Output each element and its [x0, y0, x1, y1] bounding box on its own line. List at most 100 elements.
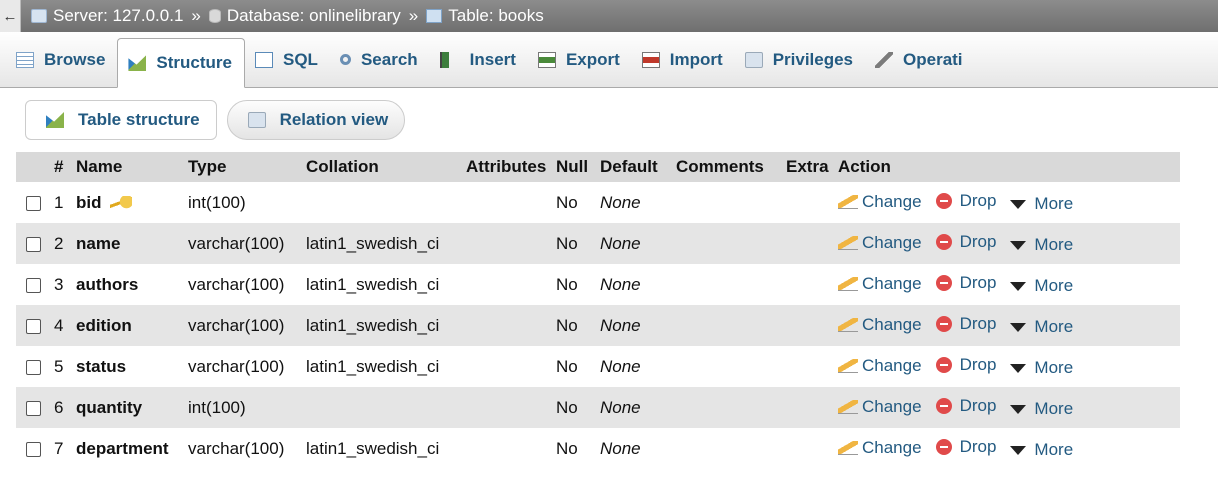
change-button[interactable]: Change [838, 274, 922, 294]
column-header[interactable]: Null [552, 152, 596, 182]
main-tabs: Browse Structure SQL Search Insert Expor… [0, 32, 1218, 88]
tab-import[interactable]: Import [632, 32, 735, 87]
field-collation: latin1_swedish_ci [302, 305, 462, 346]
field-default: None [596, 305, 672, 346]
drop-button[interactable]: Drop [935, 191, 996, 211]
field-name-cell: quantity [72, 387, 184, 428]
drop-button[interactable]: Drop [935, 273, 996, 293]
column-header[interactable]: Extra [782, 152, 834, 182]
drop-icon [935, 315, 952, 332]
column-header[interactable]: Attributes [462, 152, 552, 182]
more-button[interactable]: More [1010, 399, 1073, 419]
row-checkbox[interactable] [25, 318, 41, 334]
tab-label: Search [360, 49, 418, 69]
field-collation: latin1_swedish_ci [302, 223, 462, 264]
tab-structure[interactable]: Structure [117, 38, 245, 88]
table-row: 5 status varchar(100) latin1_swedish_ci No No… [16, 346, 1180, 387]
tab-privileges[interactable]: Privileges [735, 32, 865, 87]
breadcrumb: ← Server: 127.0.0.1 » Database: onlineli… [0, 0, 1218, 32]
more-button[interactable]: More [1010, 358, 1073, 378]
more-button[interactable]: More [1010, 276, 1073, 296]
tab-label: Privileges [772, 49, 854, 69]
field-default: None [596, 223, 672, 264]
breadcrumb-server-label: Server: 127.0.0.1 [53, 6, 184, 25]
more-label: More [1034, 358, 1074, 378]
tab-search[interactable]: Search [330, 32, 430, 87]
back-arrow-icon[interactable]: ← [0, 0, 21, 32]
field-actions: Change Drop More [834, 428, 1180, 469]
subtab-table-structure[interactable]: Table structure [25, 100, 217, 140]
drop-label: Drop [959, 313, 997, 333]
pencil-icon [838, 235, 858, 250]
column-header[interactable]: Collation [302, 152, 462, 182]
structure-icon [128, 55, 147, 71]
more-button[interactable]: More [1010, 235, 1073, 255]
subtab-relation-view[interactable]: Relation view [226, 100, 406, 140]
column-header[interactable]: # [50, 152, 72, 182]
drop-icon [935, 233, 952, 250]
change-button[interactable]: Change [838, 397, 922, 417]
column-header[interactable]: Default [596, 152, 672, 182]
field-attributes [462, 305, 552, 346]
more-button[interactable]: More [1010, 440, 1073, 460]
breadcrumb-database[interactable]: Database: onlinelibrary [208, 6, 401, 26]
breadcrumb-server[interactable]: Server: 127.0.0.1 [31, 6, 183, 26]
drop-button[interactable]: Drop [935, 232, 996, 252]
pencil-icon [838, 194, 858, 209]
more-label: More [1034, 317, 1074, 337]
triangle-down-icon [1010, 199, 1027, 209]
row-checkbox[interactable] [25, 195, 41, 211]
table-row: 1 bid int(100) No None Change Drop More [16, 182, 1180, 223]
drop-label: Drop [959, 354, 997, 374]
row-select-cell [16, 223, 50, 264]
field-name: bid [76, 192, 102, 212]
column-header[interactable]: Action [834, 152, 1180, 182]
tab-browse[interactable]: Browse [6, 32, 117, 87]
change-button[interactable]: Change [838, 315, 922, 335]
sql-icon [255, 51, 273, 68]
header-checkbox-col [16, 152, 50, 182]
tab-sql[interactable]: SQL [245, 32, 330, 87]
change-button[interactable]: Change [838, 233, 922, 253]
row-checkbox[interactable] [25, 236, 41, 252]
field-name: quantity [76, 397, 143, 417]
field-attributes [462, 182, 552, 223]
field-comments [672, 223, 782, 264]
triangle-down-icon [1010, 445, 1027, 455]
tab-export[interactable]: Export [528, 32, 632, 87]
drop-button[interactable]: Drop [935, 313, 997, 334]
field-null: No [552, 223, 596, 264]
drop-button[interactable]: Drop [935, 396, 996, 416]
field-null: No [552, 428, 596, 469]
field-name: authors [76, 274, 139, 294]
row-number: 6 [50, 387, 72, 428]
row-checkbox[interactable] [25, 277, 41, 293]
drop-label: Drop [959, 436, 997, 456]
drop-button[interactable]: Drop [935, 354, 997, 375]
field-actions: Change Drop More [834, 387, 1180, 428]
field-default: None [596, 387, 672, 428]
change-button[interactable]: Change [838, 192, 922, 212]
field-extra [782, 264, 834, 305]
field-comments [672, 387, 782, 428]
column-header[interactable]: Comments [672, 152, 782, 182]
row-checkbox[interactable] [25, 359, 41, 375]
row-checkbox[interactable] [25, 400, 41, 416]
row-checkbox[interactable] [25, 441, 41, 457]
field-null: No [552, 346, 596, 387]
tab-operations[interactable]: Operati [865, 32, 975, 87]
more-button[interactable]: More [1010, 194, 1073, 214]
change-button[interactable]: Change [838, 356, 922, 376]
drop-button[interactable]: Drop [935, 436, 997, 457]
relation-icon [247, 112, 266, 128]
column-header[interactable]: Name [72, 152, 184, 182]
change-button[interactable]: Change [838, 438, 922, 458]
breadcrumb-table[interactable]: Table: books [426, 6, 544, 26]
row-select-cell [16, 182, 50, 223]
column-header[interactable]: Type [184, 152, 302, 182]
more-button[interactable]: More [1010, 317, 1073, 337]
field-collation [302, 182, 462, 223]
tab-insert[interactable]: Insert [430, 32, 528, 87]
row-number: 4 [50, 305, 72, 346]
field-extra [782, 428, 834, 469]
